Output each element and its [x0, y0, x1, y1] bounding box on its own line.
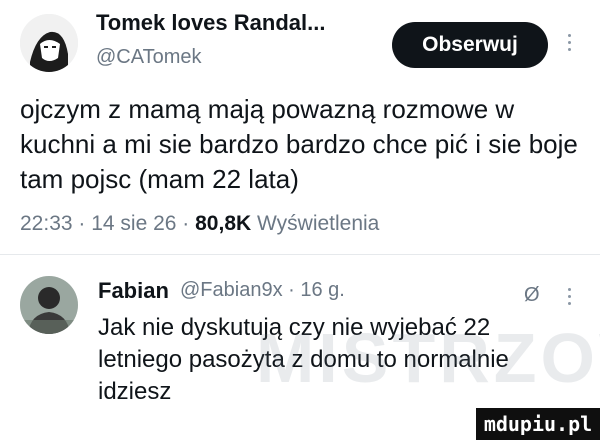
views-label: Wyświetlenia	[257, 212, 380, 235]
post-text: ojczym z mamą mają powazną rozmowe w kuc…	[20, 94, 578, 194]
reply-text: Jak nie dyskutują czy nie wyjebać 22 let…	[98, 314, 509, 405]
divider	[0, 254, 600, 255]
reply-more-dots-icon[interactable]	[565, 284, 573, 312]
post-timestamp[interactable]: 22:33 · 14 sie 26 ·	[20, 212, 189, 235]
post-meta: 22:33 · 14 sie 26 · 80,8K Wyświetlenia	[20, 212, 379, 236]
post-author-avatar[interactable]	[20, 14, 78, 72]
post-author-handle[interactable]: @CATomek	[96, 46, 202, 69]
reply-author-name[interactable]: Fabian	[98, 278, 169, 304]
follow-button[interactable]: Obserwuj	[392, 22, 548, 68]
reply-author-avatar[interactable]	[20, 276, 78, 334]
post-author-name[interactable]: Tomek loves Randal...	[96, 10, 325, 36]
translate-icon[interactable]: Ø	[524, 284, 540, 307]
site-badge: mdupiu.pl	[476, 408, 600, 440]
avatar-illustration	[20, 14, 78, 72]
more-dots-icon[interactable]	[565, 30, 573, 58]
reply-handle-and-age[interactable]: @Fabian9x · 16 g.	[180, 279, 345, 302]
views-count: 80,8K	[195, 212, 252, 235]
avatar-photo	[20, 276, 78, 334]
